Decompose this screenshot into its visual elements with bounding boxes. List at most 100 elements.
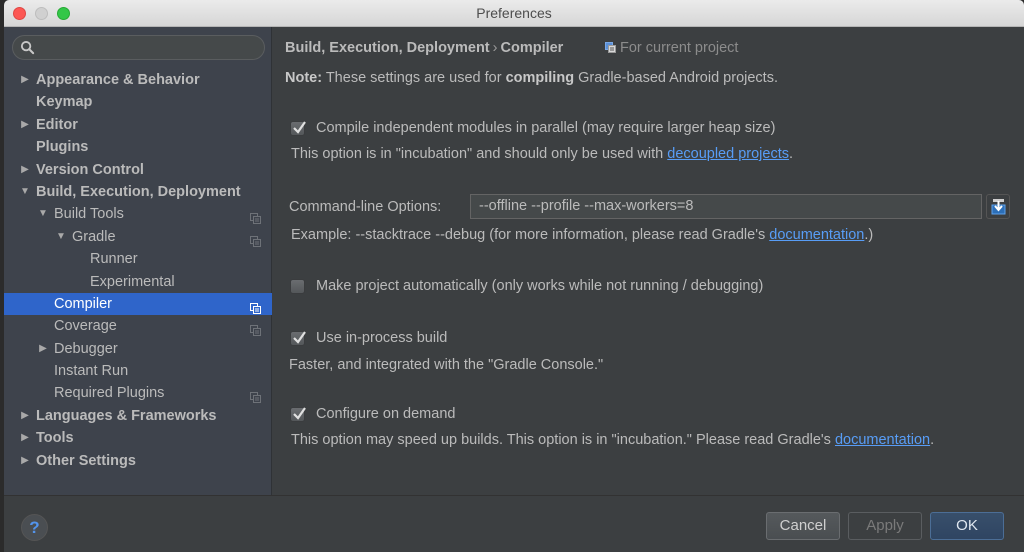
- sidebar-item-coverage[interactable]: Coverage: [4, 315, 272, 337]
- collapse-arrow-icon[interactable]: ▶: [37, 338, 49, 360]
- sidebar-item-label: Appearance & Behavior: [36, 72, 200, 88]
- sidebar-item-keymap[interactable]: Keymap: [4, 91, 272, 113]
- sidebar-item-label: Plugins: [36, 139, 89, 156]
- sidebar-item-build-tools[interactable]: ▼ Build Tools: [4, 203, 272, 225]
- compile-parallel-checkbox[interactable]: [290, 121, 306, 136]
- sidebar-item-label: Gradle: [72, 228, 116, 245]
- settings-sidebar: ▶ Appearance & Behavior Keymap ▶ Editor Plugi…: [4, 27, 272, 495]
- collapse-arrow-icon[interactable]: ▶: [19, 427, 31, 449]
- project-scope-text: For current project: [620, 40, 739, 56]
- sidebar-item-runner[interactable]: Runner: [4, 248, 272, 270]
- sidebar-item-label: Experimental: [90, 273, 175, 290]
- compile-parallel-label[interactable]: Compile independent modules in parallel …: [316, 120, 775, 136]
- make-automatically-label[interactable]: Make project automatically (only works w…: [316, 278, 763, 294]
- in-process-build-hint: Faster, and integrated with the "Gradle …: [289, 357, 604, 373]
- sidebar-item-version-control[interactable]: ▶ Version Control: [4, 159, 272, 181]
- sidebar-item-label: Required Plugins: [54, 385, 165, 402]
- breadcrumb: Build, Execution, Deployment › Compiler: [285, 40, 563, 56]
- sidebar-item-appearance-behavior[interactable]: ▶ Appearance & Behavior: [4, 69, 272, 91]
- breadcrumb-separator: ›: [492, 40, 498, 56]
- title-bar: Preferences: [4, 0, 1024, 27]
- sidebar-item-languages-frameworks[interactable]: ▶ Languages & Frameworks: [4, 405, 272, 427]
- window-title: Preferences: [476, 5, 552, 21]
- command-line-hint-end: .): [864, 227, 874, 243]
- sidebar-item-label: Compiler: [54, 295, 113, 312]
- in-process-build-label[interactable]: Use in-process build: [316, 330, 447, 346]
- sidebar-item-label: Other Settings: [36, 452, 136, 469]
- project-settings-icon: [250, 232, 261, 247]
- in-process-build-checkbox[interactable]: [290, 331, 306, 346]
- preferences-window: Preferences ▶ Appearance & Behavior Keymap…: [4, 0, 1024, 552]
- sidebar-item-label: Editor: [36, 116, 78, 133]
- sidebar-item-label: Debugger: [54, 340, 118, 357]
- collapse-arrow-icon[interactable]: ▶: [19, 114, 31, 136]
- sidebar-item-required-plugins[interactable]: Required Plugins: [4, 382, 272, 404]
- note-text-2: Gradle-based Android projects.: [574, 70, 778, 86]
- note-text: Note: These settings are used for compil…: [285, 70, 778, 86]
- expand-arrow-icon[interactable]: ▼: [19, 181, 31, 203]
- apply-button[interactable]: Apply: [848, 512, 922, 540]
- sidebar-item-experimental[interactable]: Experimental: [4, 271, 272, 293]
- search-icon: [20, 40, 35, 55]
- decoupled-projects-link[interactable]: decoupled projects: [667, 146, 789, 162]
- make-automatically-checkbox[interactable]: [290, 279, 305, 294]
- project-scope-label: For current project: [605, 40, 738, 56]
- configure-on-demand-checkbox[interactable]: [290, 407, 306, 422]
- project-settings-icon: [605, 42, 616, 53]
- collapse-arrow-icon[interactable]: ▶: [19, 159, 31, 181]
- collapse-arrow-icon[interactable]: ▶: [19, 69, 31, 91]
- sidebar-item-label: Runner: [90, 251, 138, 268]
- sidebar-item-label: Coverage: [54, 318, 117, 335]
- sidebar-item-tools[interactable]: ▶ Tools: [4, 427, 272, 449]
- command-line-hint-text: Example: --stacktrace --debug (for more …: [291, 227, 770, 243]
- configure-on-demand-hint: This option may speed up builds. This op…: [291, 432, 934, 448]
- sidebar-item-debugger[interactable]: ▶ Debugger: [4, 338, 272, 360]
- sidebar-item-other-settings[interactable]: ▶ Other Settings: [4, 450, 272, 472]
- sidebar-item-plugins[interactable]: Plugins: [4, 136, 272, 158]
- checkmark-icon: [293, 407, 306, 420]
- settings-tree: ▶ Appearance & Behavior Keymap ▶ Editor Plugi…: [4, 69, 272, 472]
- sidebar-item-label: Build Tools: [54, 206, 124, 223]
- sidebar-item-instant-run[interactable]: Instant Run: [4, 360, 272, 382]
- sidebar-item-label: Build, Execution, Deployment: [36, 183, 241, 200]
- command-line-options-label: Command-line Options:: [289, 199, 442, 215]
- help-button[interactable]: ?: [21, 514, 48, 541]
- sidebar-item-label: Keymap: [36, 94, 93, 111]
- expand-input-button[interactable]: [986, 194, 1010, 219]
- note-text-1: These settings are used for: [322, 70, 506, 86]
- sidebar-item-label: Version Control: [36, 161, 144, 178]
- expand-arrow-icon[interactable]: ▼: [55, 226, 67, 248]
- sidebar-item-label: Languages & Frameworks: [36, 407, 217, 424]
- project-settings-icon: [250, 388, 261, 404]
- configure-on-demand-hint-text: This option may speed up builds. This op…: [291, 432, 835, 448]
- compile-parallel-hint: This option is in "incubation" and shoul…: [291, 146, 793, 162]
- dialog-footer: ? Cancel Apply OK: [4, 495, 1024, 552]
- cmdline-documentation-link[interactable]: documentation: [769, 227, 864, 243]
- cancel-button[interactable]: Cancel: [766, 512, 840, 540]
- configure-on-demand-hint-end: .: [930, 432, 935, 448]
- sidebar-item-build-execution-deployment[interactable]: ▼ Build, Execution, Deployment: [4, 181, 272, 203]
- expand-arrow-icon[interactable]: ▼: [37, 203, 49, 225]
- command-line-options-input[interactable]: --offline --profile --max-workers=8: [470, 194, 982, 219]
- command-line-hint: Example: --stacktrace --debug (for more …: [291, 227, 873, 243]
- breadcrumb-parent: Build, Execution, Deployment: [285, 40, 490, 56]
- sidebar-item-label: Instant Run: [54, 363, 129, 380]
- checkmark-icon: [293, 331, 306, 344]
- sidebar-item-gradle[interactable]: ▼ Gradle: [4, 226, 272, 248]
- project-settings-icon: [250, 209, 261, 225]
- note-bold: compiling: [505, 70, 575, 86]
- collapse-arrow-icon[interactable]: ▶: [19, 450, 31, 472]
- project-settings-icon: [250, 299, 261, 314]
- compile-parallel-hint-end: .: [788, 146, 794, 162]
- sidebar-item-editor[interactable]: ▶ Editor: [4, 114, 272, 136]
- collapse-arrow-icon[interactable]: ▶: [19, 405, 31, 427]
- compiler-settings-panel: Build, Execution, Deployment › Compiler Fo…: [273, 27, 1024, 495]
- ok-button[interactable]: OK: [930, 512, 1004, 540]
- compile-parallel-hint-text: This option is in "incubation" and shoul…: [291, 146, 668, 162]
- configure-on-demand-label[interactable]: Configure on demand: [316, 406, 455, 422]
- breadcrumb-current: Compiler: [500, 40, 564, 56]
- settings-search-input[interactable]: [12, 35, 265, 60]
- project-settings-icon: [250, 321, 261, 337]
- sidebar-item-compiler[interactable]: Compiler: [4, 292, 272, 316]
- configure-documentation-link[interactable]: documentation: [835, 432, 930, 448]
